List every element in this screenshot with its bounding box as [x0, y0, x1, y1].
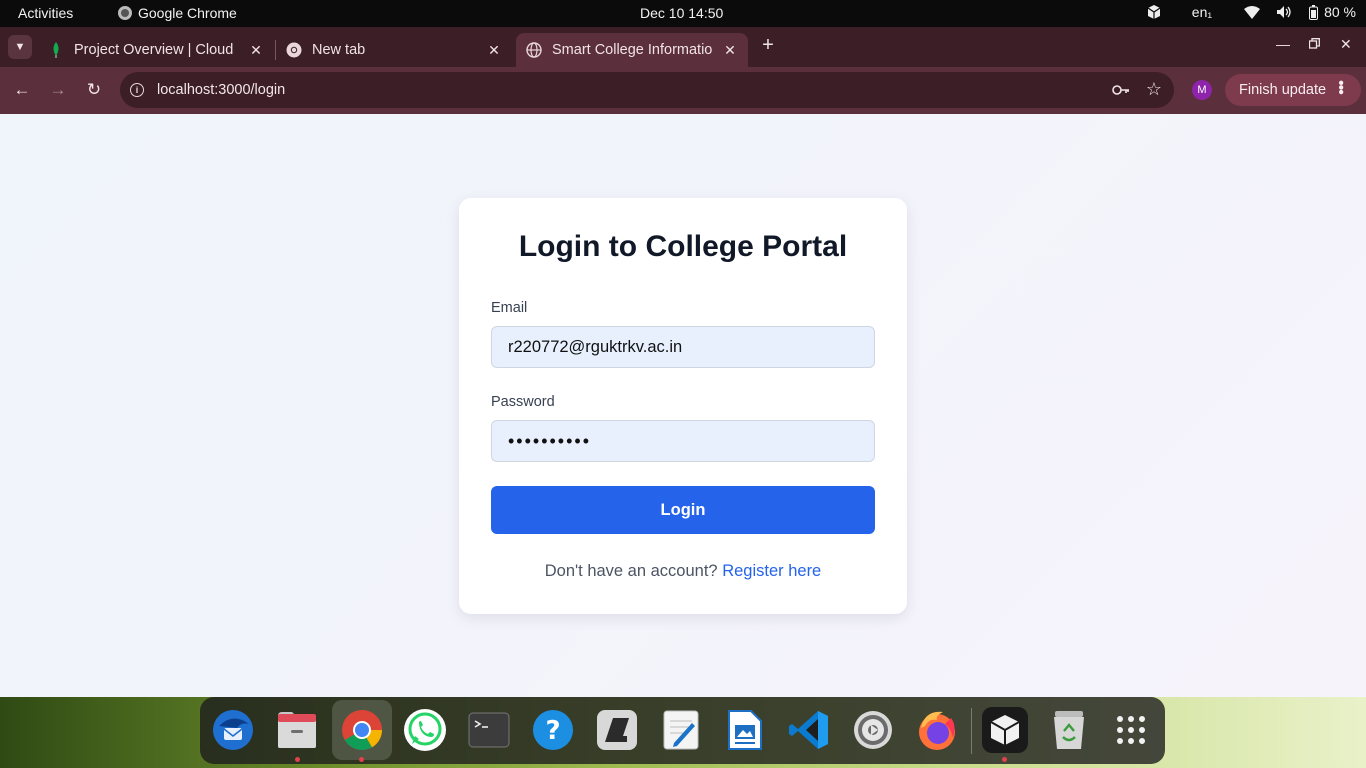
- vscode-icon[interactable]: [786, 707, 832, 753]
- address-bar[interactable]: i localhost:3000/login ☆: [120, 72, 1174, 108]
- tab-search-button[interactable]: ▼: [8, 35, 32, 59]
- files-icon[interactable]: [274, 707, 320, 753]
- chrome-icon: [118, 6, 132, 20]
- whatsapp-icon[interactable]: [402, 707, 448, 753]
- clock[interactable]: Dec 10 14:50: [640, 5, 723, 21]
- trash-icon[interactable]: [1046, 707, 1092, 753]
- password-field[interactable]: ••••••••••: [491, 420, 875, 462]
- tab-smart-college[interactable]: Smart College Informatio ✕: [516, 33, 748, 67]
- profile-avatar[interactable]: M: [1192, 80, 1212, 100]
- new-tab-button[interactable]: +: [758, 35, 778, 55]
- chevron-down-icon: ▼: [14, 41, 26, 53]
- app-name-label: Google Chrome: [138, 5, 237, 21]
- register-link[interactable]: Register here: [722, 562, 821, 580]
- app-menu[interactable]: Google Chrome: [118, 5, 237, 21]
- close-icon[interactable]: ✕: [722, 42, 738, 59]
- terminal-icon[interactable]: [466, 707, 512, 753]
- plus-icon: +: [762, 34, 774, 56]
- reload-button[interactable]: ↻: [83, 79, 105, 101]
- thunderbird-icon[interactable]: [210, 707, 256, 753]
- writer-icon[interactable]: [722, 707, 768, 753]
- restore-icon: [1308, 38, 1320, 49]
- language-indicator[interactable]: en₁: [1192, 4, 1212, 20]
- tab-strip: ▼ Project Overview | Cloud ✕ New tab ✕ S…: [0, 27, 1366, 67]
- forward-button[interactable]: →: [47, 79, 69, 101]
- battery-icon[interactable]: [1308, 4, 1318, 20]
- running-indicator: [1002, 757, 1007, 762]
- battery-percent: 80 %: [1324, 4, 1356, 20]
- email-field[interactable]: r220772@rguktrkv.ac.in: [491, 326, 875, 368]
- email-label: Email: [491, 300, 528, 316]
- tab-title: Smart College Informatio: [552, 42, 713, 58]
- close-icon[interactable]: ✕: [486, 42, 502, 59]
- volume-icon[interactable]: [1276, 4, 1292, 20]
- register-prompt: Don't have an account? Register here: [459, 562, 907, 581]
- firefox-icon[interactable]: [914, 707, 960, 753]
- page-title: Login to College Portal: [518, 230, 848, 263]
- tab-project-overview[interactable]: Project Overview | Cloud ✕: [38, 33, 274, 67]
- running-indicator: [359, 757, 364, 762]
- finish-update-label: Finish update: [1239, 82, 1327, 98]
- browser-toolbar: ← → ↻ i localhost:3000/login ☆: [0, 67, 1366, 114]
- package-icon[interactable]: [1146, 4, 1162, 20]
- chrome-icon[interactable]: [332, 700, 392, 760]
- register-prompt-text: Don't have an account?: [544, 562, 718, 580]
- site-info-icon[interactable]: i: [130, 83, 144, 97]
- help-icon[interactable]: ?: [530, 707, 576, 753]
- dock-separator: [971, 708, 972, 754]
- maximize-button[interactable]: [1308, 36, 1320, 52]
- close-icon[interactable]: ✕: [248, 42, 264, 59]
- more-menu-icon[interactable]: •••: [1331, 80, 1349, 94]
- wifi-icon[interactable]: [1244, 4, 1261, 20]
- chrome-icon: [286, 42, 302, 58]
- system-top-bar: Activities Google Chrome Dec 10 14:50 en…: [0, 0, 1366, 27]
- back-button[interactable]: ←: [11, 79, 33, 101]
- login-button[interactable]: Login: [491, 486, 875, 534]
- tab-title: New tab: [312, 42, 366, 58]
- system-tray[interactable]: en₁ 80 %: [1146, 4, 1356, 20]
- screenshot-icon[interactable]: [594, 707, 640, 753]
- login-card: Login to College Portal Email r220772@rg…: [459, 198, 907, 614]
- finish-update-button[interactable]: Finish update •••: [1225, 74, 1361, 106]
- minimize-button[interactable]: —: [1276, 36, 1290, 52]
- settings-icon[interactable]: [850, 707, 896, 753]
- close-window-button[interactable]: ✕: [1340, 36, 1352, 53]
- password-label: Password: [491, 394, 555, 410]
- text-editor-icon[interactable]: [658, 707, 704, 753]
- key-icon[interactable]: [1112, 81, 1130, 99]
- page-viewport: Login to College Portal Email r220772@rg…: [0, 114, 1366, 697]
- globe-icon: [526, 42, 542, 58]
- tab-new-tab[interactable]: New tab ✕: [276, 33, 512, 67]
- bookmark-star-icon[interactable]: ☆: [1146, 79, 1162, 100]
- svg-text:?: ?: [545, 716, 560, 746]
- show-apps-icon[interactable]: [1108, 707, 1154, 753]
- url-text[interactable]: localhost:3000/login: [157, 82, 285, 98]
- virtualbox-icon[interactable]: [982, 707, 1028, 753]
- tab-title: Project Overview | Cloud: [74, 42, 234, 58]
- dock: ?: [200, 697, 1165, 764]
- activities-button[interactable]: Activities: [18, 5, 73, 21]
- mongodb-leaf-icon: [48, 42, 64, 58]
- running-indicator: [295, 757, 300, 762]
